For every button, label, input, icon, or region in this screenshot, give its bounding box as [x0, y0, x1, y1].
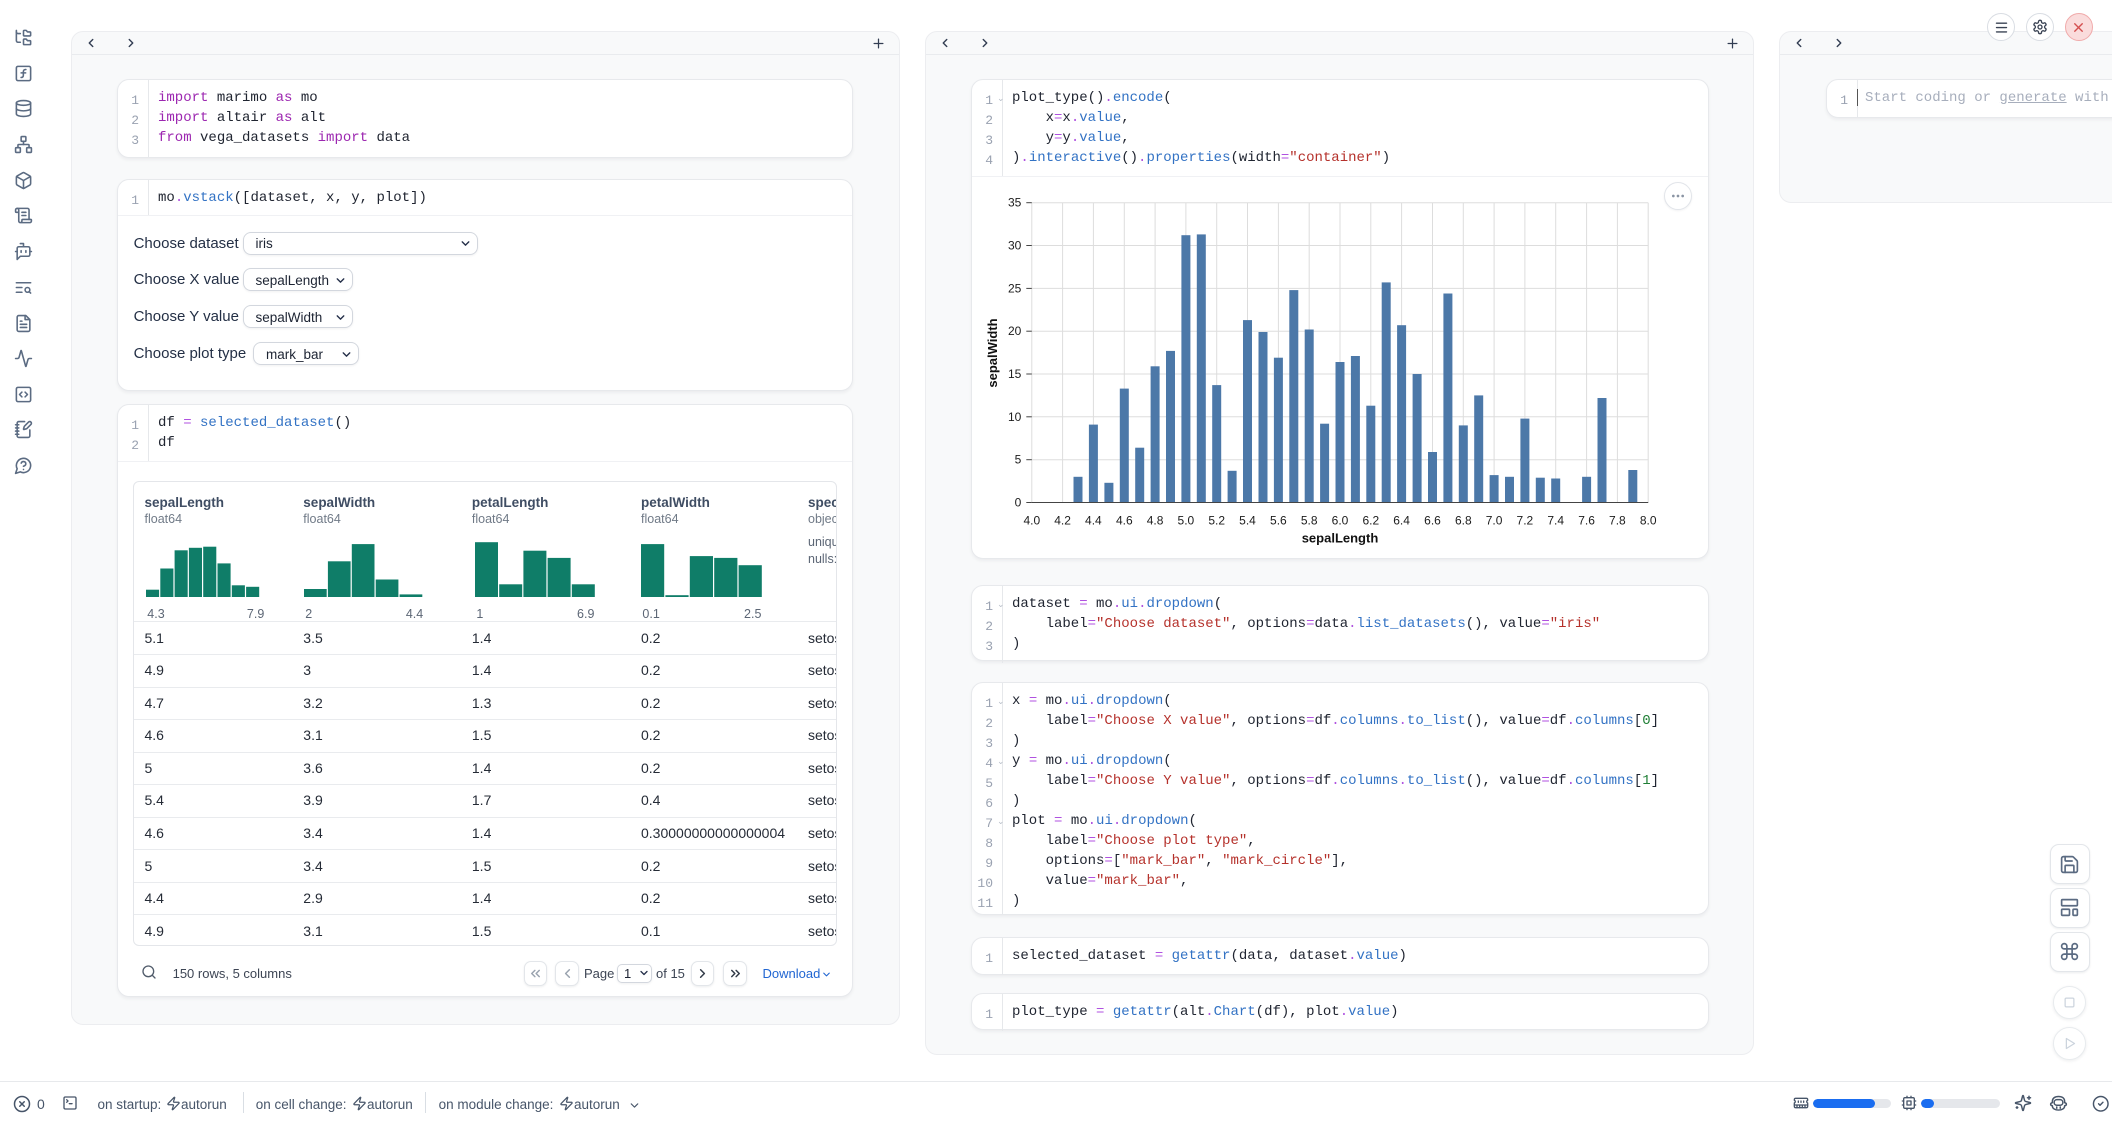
svg-text:4.6: 4.6: [1116, 514, 1133, 528]
svg-text:7.0: 7.0: [1486, 514, 1503, 528]
svg-text:6.4: 6.4: [1393, 514, 1410, 528]
svg-text:7.8: 7.8: [1609, 514, 1626, 528]
svg-text:5.6: 5.6: [1270, 514, 1287, 528]
svg-text:10: 10: [1008, 410, 1022, 424]
svg-text:20: 20: [1008, 324, 1022, 338]
svg-text:6.8: 6.8: [1455, 514, 1472, 528]
svg-text:sepalWidth: sepalWidth: [985, 318, 1000, 387]
svg-text:15: 15: [1008, 367, 1022, 381]
svg-text:5.0: 5.0: [1178, 514, 1195, 528]
svg-text:5: 5: [1015, 453, 1022, 467]
svg-text:5.2: 5.2: [1208, 514, 1225, 528]
svg-text:4.4: 4.4: [1085, 514, 1102, 528]
svg-text:8.0: 8.0: [1640, 514, 1657, 528]
svg-text:7.2: 7.2: [1517, 514, 1534, 528]
svg-text:7.6: 7.6: [1578, 514, 1595, 528]
svg-text:7.4: 7.4: [1547, 514, 1564, 528]
svg-text:sepalLength: sepalLength: [1302, 531, 1379, 546]
svg-text:5.8: 5.8: [1301, 514, 1318, 528]
svg-text:6.0: 6.0: [1332, 514, 1349, 528]
svg-text:6.6: 6.6: [1424, 514, 1441, 528]
svg-text:25: 25: [1008, 281, 1022, 295]
svg-text:4.2: 4.2: [1054, 514, 1071, 528]
svg-text:4.8: 4.8: [1147, 514, 1164, 528]
svg-text:6.2: 6.2: [1362, 514, 1379, 528]
svg-text:4.0: 4.0: [1023, 514, 1040, 528]
svg-text:35: 35: [1008, 196, 1022, 210]
svg-text:30: 30: [1008, 239, 1022, 253]
svg-text:0: 0: [1015, 496, 1022, 510]
svg-text:5.4: 5.4: [1239, 514, 1256, 528]
